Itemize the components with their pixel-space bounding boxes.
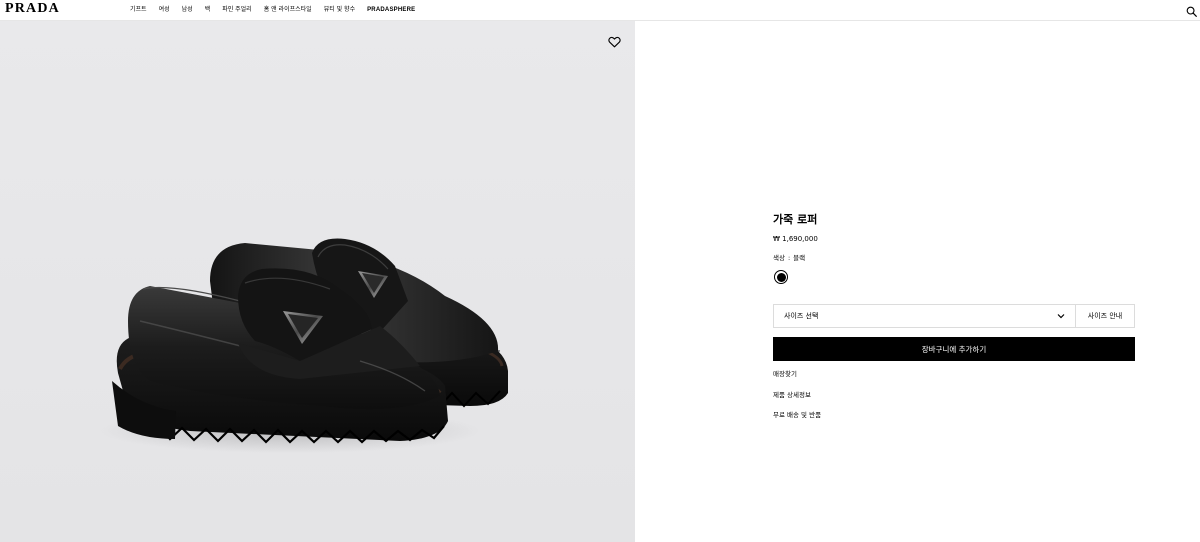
product-details-link[interactable]: 제품 상세정보	[773, 390, 821, 400]
color-separator: :	[787, 254, 791, 262]
nav-item-gift[interactable]: 기프트	[130, 0, 147, 20]
main-nav: 기프트 여성 남성 백 파인 주얼리 홈 앤 라이프스타일 뷰티 및 향수 PR…	[130, 0, 427, 20]
color-swatch-black[interactable]	[774, 270, 788, 284]
nav-item-home-lifestyle[interactable]: 홈 앤 라이프스타일	[264, 0, 312, 20]
size-select[interactable]: 사이즈 선택	[773, 304, 1076, 328]
store-locator-link[interactable]: 매장찾기	[773, 369, 821, 379]
chevron-down-icon	[1057, 314, 1065, 319]
nav-item-beauty[interactable]: 뷰티 및 향수	[324, 0, 355, 20]
heart-icon[interactable]	[608, 35, 621, 48]
nav-item-bags[interactable]: 백	[205, 0, 211, 20]
nav-item-fine-jewelry[interactable]: 파인 주얼리	[222, 0, 252, 20]
add-to-cart-button[interactable]: 장바구니에 추가하기	[773, 337, 1135, 361]
size-row: 사이즈 선택 사이즈 안내	[773, 304, 1135, 328]
nav-item-women[interactable]: 여성	[159, 0, 170, 20]
product-links: 매장찾기 제품 상세정보 무료 배송 및 반품	[773, 369, 821, 431]
product-details: 가죽 로퍼 ₩ 1,690,000 색상: 블랙 사이즈 선택 사이즈 안내 장바…	[773, 213, 1135, 419]
swatch-dot	[776, 272, 786, 282]
product-image[interactable]	[0, 21, 635, 542]
brand-logo[interactable]: PRADA	[5, 1, 60, 17]
nav-item-men[interactable]: 남성	[182, 0, 193, 20]
color-label: 색상	[773, 254, 785, 262]
search-icon[interactable]	[1186, 4, 1197, 17]
color-value: 블랙	[793, 254, 806, 262]
size-select-label: 사이즈 선택	[784, 312, 819, 320]
product-price: ₩ 1,690,000	[773, 235, 818, 243]
product-image-panel	[0, 21, 635, 542]
site-header: PRADA 기프트 여성 남성 백 파인 주얼리 홈 앤 라이프스타일 뷰티 및…	[0, 0, 1200, 21]
nav-item-pradasphere[interactable]: PRADASPHERE	[367, 0, 415, 20]
color-info: 색상: 블랙	[773, 253, 1135, 263]
product-title: 가죽 로퍼	[773, 213, 818, 226]
size-guide-button[interactable]: 사이즈 안내	[1076, 304, 1135, 328]
shipping-returns-link[interactable]: 무료 배송 및 반품	[773, 410, 821, 420]
